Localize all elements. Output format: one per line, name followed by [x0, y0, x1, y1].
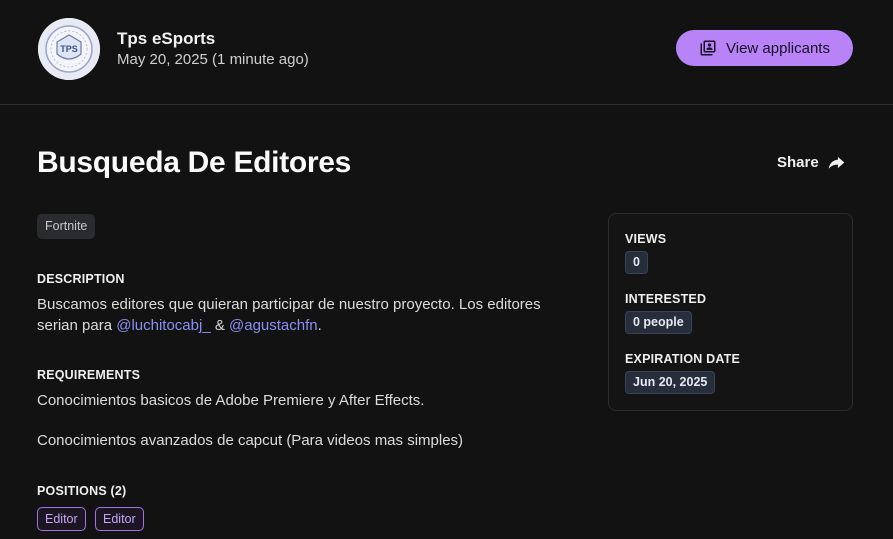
svg-text:TPS: TPS: [60, 44, 78, 54]
interested-value: 0 people: [625, 311, 692, 334]
game-tag[interactable]: Fortnite: [37, 214, 96, 239]
expiration-value: Jun 20, 2025: [625, 371, 716, 394]
mention-link-2[interactable]: @agustachfn: [229, 317, 318, 334]
views-label: VIEWS: [625, 232, 667, 246]
view-applicants-button[interactable]: View applicants: [676, 30, 853, 66]
description-line1: Buscamos editores que quieran participar…: [37, 296, 541, 313]
post-header: TPS Tps eSports May 20, 2025 (1 minute a…: [0, 0, 893, 105]
description-prefix: serian para: [37, 317, 117, 334]
views-value: 0: [625, 251, 648, 274]
interested-label: INTERESTED: [625, 292, 707, 306]
description-label: DESCRIPTION: [37, 272, 125, 286]
description-text: Buscamos editores que quieran participar…: [37, 294, 577, 336]
requirement-item: Conocimientos basicos de Adobe Premiere …: [37, 392, 425, 409]
positions-label: POSITIONS (2): [37, 484, 127, 498]
mention-link-1[interactable]: @luchitocabj_: [116, 317, 210, 334]
org-name[interactable]: Tps eSports: [117, 29, 215, 49]
description-connector: &: [210, 317, 230, 334]
org-avatar[interactable]: TPS: [38, 18, 100, 80]
expiration-label: EXPIRATION DATE: [625, 352, 741, 366]
post-date: May 20, 2025 (1 minute ago): [117, 51, 309, 68]
share-label: Share: [777, 154, 819, 171]
tps-logo-icon: TPS: [38, 18, 100, 80]
description-suffix: .: [317, 317, 322, 334]
position-tag[interactable]: Editor: [37, 507, 86, 531]
view-applicants-label: View applicants: [726, 39, 830, 57]
post-title: Busqueda De Editores: [37, 146, 352, 179]
stats-card: VIEWS 0 INTERESTED 0 people EXPIRATION D…: [608, 213, 853, 411]
requirement-item: Conocimientos avanzados de capcut (Para …: [37, 432, 464, 449]
share-button[interactable]: Share: [777, 154, 845, 171]
position-tag[interactable]: Editor: [95, 507, 144, 531]
requirements-label: REQUIREMENTS: [37, 368, 141, 382]
applicants-list-icon: [700, 40, 716, 56]
share-arrow-icon: [828, 156, 844, 169]
